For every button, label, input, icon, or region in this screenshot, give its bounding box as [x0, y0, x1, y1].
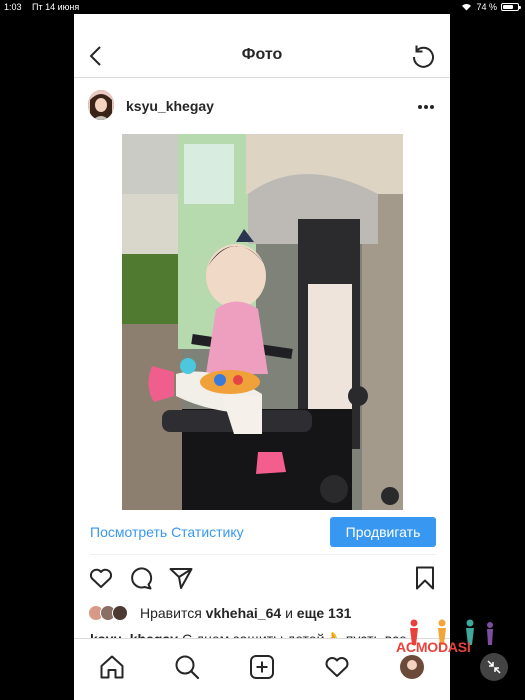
refresh-icon[interactable] [410, 43, 436, 69]
likes-and: и [285, 605, 293, 621]
promote-button[interactable]: Продвигать [330, 517, 436, 547]
status-time: 1:03 [4, 2, 22, 12]
photo-screen: Фото ksyu_khegay Посмотреть Статистику П… [74, 14, 450, 700]
view-insights-link[interactable]: Посмотреть Статистику [90, 524, 244, 540]
battery-icon [501, 3, 521, 11]
status-date: Пт 14 июня [32, 2, 80, 12]
more-icon[interactable] [416, 102, 436, 112]
share-icon[interactable] [168, 565, 194, 591]
status-bar: 1:03 Пт 14 июня 74 % [0, 0, 525, 14]
status-left: 1:03 Пт 14 июня [4, 2, 87, 12]
page-title: Фото [241, 46, 283, 63]
avatar[interactable] [88, 90, 114, 120]
tab-bar [74, 638, 450, 700]
likes-user[interactable]: vkhehai_64 [206, 605, 282, 621]
wifi-icon [462, 3, 472, 11]
post-photo-image [122, 134, 403, 510]
likes-prefix: Нравится [140, 605, 202, 621]
watermark-logo: ACMODASI [396, 617, 508, 681]
post-photo[interactable] [122, 134, 403, 510]
liker-avatar [112, 605, 128, 621]
home-icon[interactable] [98, 653, 126, 681]
add-post-icon[interactable] [248, 653, 276, 681]
battery-fill [503, 5, 514, 9]
status-right: 74 % [461, 2, 521, 12]
watermark-text: ACMODASI [396, 639, 471, 655]
search-icon[interactable] [173, 653, 201, 681]
heart-icon[interactable] [88, 565, 114, 591]
divider [90, 554, 436, 555]
battery-percent: 74 % [476, 2, 497, 12]
shrink-icon [487, 660, 501, 674]
bookmark-icon[interactable] [412, 565, 438, 591]
post-username[interactable]: ksyu_khegay [126, 98, 214, 114]
avatar-image [88, 90, 114, 120]
likes-others[interactable]: еще 131 [297, 605, 352, 621]
assistive-touch-button[interactable] [480, 653, 508, 681]
likes-row[interactable]: Нравится vkhehai_64 и еще 131 [88, 604, 438, 622]
nav-bar: Фото [74, 14, 450, 78]
post-actions [74, 562, 450, 594]
activity-icon[interactable] [323, 653, 351, 681]
likes-text: Нравится vkhehai_64 и еще 131 [140, 605, 351, 621]
post-header: ksyu_khegay [74, 78, 450, 134]
comment-icon[interactable] [128, 565, 154, 591]
